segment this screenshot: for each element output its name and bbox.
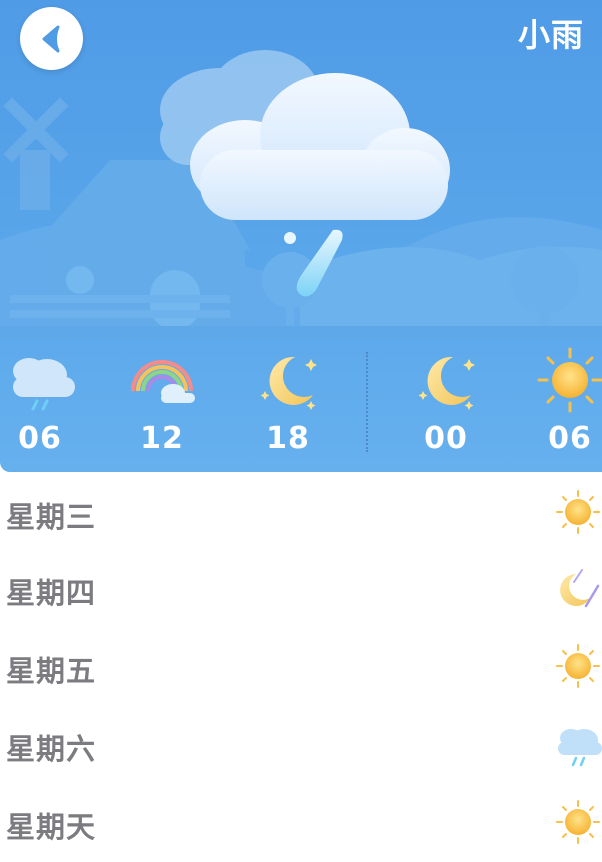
hourly-time: 00 xyxy=(424,421,468,456)
cloud-rain-icon xyxy=(160,50,450,297)
chevron-left-icon xyxy=(42,25,59,52)
hourly-day-divider xyxy=(366,352,368,452)
daily-forecast-list: 星期三 星期四 星期五 星期六 星期天 xyxy=(0,472,602,851)
sun-icon xyxy=(556,490,600,534)
forecast-day: 星期四 xyxy=(6,576,97,610)
forecast-day: 星期三 xyxy=(6,500,97,534)
moon-meteor-icon xyxy=(560,569,600,608)
forecast-row[interactable]: 星期天 xyxy=(0,784,602,862)
hourly-time: 18 xyxy=(266,421,310,456)
hourly-time: 06 xyxy=(18,421,62,456)
weather-condition: 小雨 xyxy=(517,16,584,54)
forecast-day: 星期六 xyxy=(6,732,97,766)
forecast-row[interactable]: 星期五 xyxy=(0,628,602,706)
hourly-item: 06 xyxy=(0,345,80,456)
moon-icon xyxy=(260,356,317,410)
forecast-row[interactable]: 星期四 xyxy=(0,550,602,628)
forecast-day: 星期天 xyxy=(6,810,97,844)
hourly-time: 06 xyxy=(548,421,592,456)
cloud-rain-icon xyxy=(13,358,75,411)
weather-hero: 小雨 06 12 18 00 06 xyxy=(0,0,602,472)
sun-icon xyxy=(556,800,600,844)
back-button[interactable] xyxy=(20,7,83,70)
hourly-item: 12 xyxy=(122,345,202,456)
forecast-row[interactable]: 星期六 xyxy=(0,706,602,784)
forecast-row[interactable]: 星期三 xyxy=(0,474,602,552)
rainbow-icon xyxy=(131,360,195,403)
sun-icon xyxy=(556,644,600,688)
hourly-time: 12 xyxy=(140,421,184,456)
hourly-item: 00 xyxy=(406,345,486,456)
hourly-item: 06 xyxy=(530,345,602,456)
moon-icon xyxy=(418,356,475,410)
hourly-item: 18 xyxy=(248,345,328,456)
sun-icon xyxy=(537,347,602,413)
cloud-rain-icon xyxy=(558,729,602,767)
forecast-day: 星期五 xyxy=(6,654,97,688)
